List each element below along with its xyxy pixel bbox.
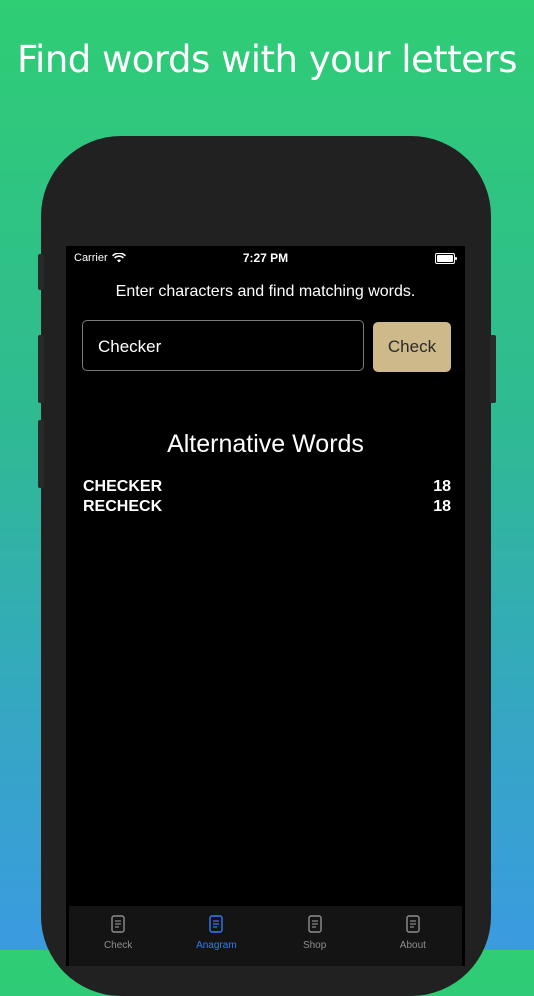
tab-label: Anagram [196,940,237,951]
instruction-text: Enter characters and find matching words… [115,283,416,300]
list-item[interactable]: RECHECK 18 [83,497,451,517]
tab-anagram[interactable]: Anagram [167,906,265,966]
document-icon [307,915,322,933]
word-list: CHECKER 18 RECHECK 18 [83,477,451,517]
tab-label: Shop [302,940,327,951]
list-item[interactable]: CHECKER 18 [83,477,451,497]
tab-shop[interactable]: Shop [266,906,364,966]
word-text: CHECKER [83,478,163,495]
status-bar: Carrier 7:27 PM [66,250,465,268]
results-title: Alternative Words [167,430,364,458]
word-text: RECHECK [83,498,163,515]
app-screen: Carrier 7:27 PM Enter characters and fin… [66,246,465,966]
mute-switch [38,254,44,290]
document-icon [406,915,420,933]
word-score: 18 [433,478,451,495]
status-time: 7:27 PM [242,251,289,265]
letters-input[interactable]: Checker [82,320,364,371]
word-score: 18 [433,498,451,515]
document-icon [209,915,224,933]
tab-bar: Check Anagram Shop About [69,906,462,966]
promo-headline: Find words with your letters [16,38,518,81]
check-button[interactable]: Check [373,322,451,372]
document-icon [111,915,125,933]
volume-up-button [38,335,44,403]
battery-icon [435,253,457,264]
tab-label: About [399,940,426,951]
tab-check[interactable]: Check [69,906,167,966]
tab-about[interactable]: About [364,906,462,966]
volume-down-button [38,420,44,488]
power-button [490,335,496,403]
tab-label: Check [103,940,133,951]
